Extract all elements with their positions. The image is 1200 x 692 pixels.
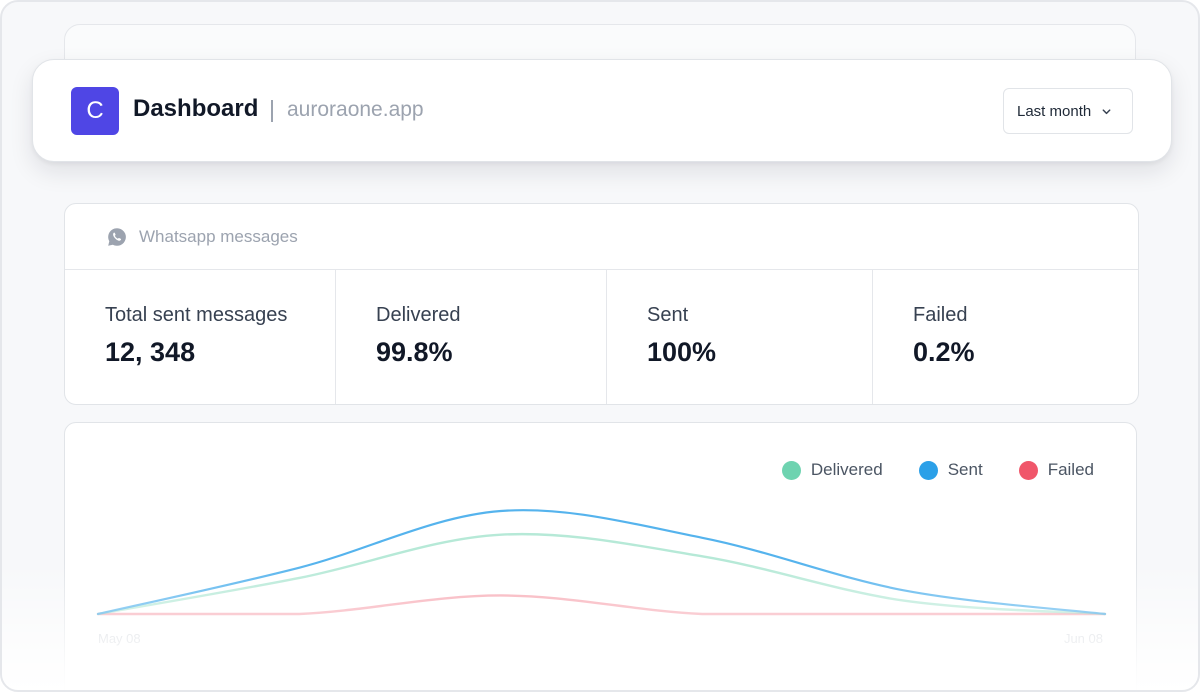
stat-label: Sent — [647, 304, 689, 326]
whatsapp-icon — [108, 227, 126, 246]
stat-value: 100% — [647, 337, 717, 367]
series-line-delivered[interactable] — [96, 532, 1107, 616]
stat-value: 0.2% — [913, 337, 975, 367]
top-bar: C Dashboard auroraone.app Last month — [32, 59, 1172, 162]
stats-header: Whatsapp messages — [65, 204, 1138, 270]
workspace-logo[interactable]: C — [71, 87, 119, 135]
chevron-down-icon — [1102, 108, 1111, 114]
stat-sent: Sent 100% — [607, 270, 873, 404]
stats-row: Total sent messages 12, 348 Delivered 99… — [65, 270, 1138, 404]
workspace-domain: auroraone.app — [287, 98, 424, 121]
x-tick-start: May 08 — [98, 631, 141, 646]
stats-section-title: Whatsapp messages — [139, 226, 298, 246]
x-tick-end: Jun 08 — [1063, 631, 1103, 646]
title-divider — [271, 100, 273, 122]
stat-label: Total sent messages — [105, 304, 288, 326]
stat-label: Delivered — [376, 304, 461, 326]
stats-card: Whatsapp messages Total sent messages 12… — [64, 203, 1139, 405]
app-frame: C Dashboard auroraone.app Last month Wha… — [0, 0, 1200, 692]
date-range-select[interactable]: Last month — [1003, 88, 1133, 134]
chart-card: Delivered Sent Failed May 08 Jun 08 — [64, 422, 1137, 690]
stat-value: 99.8% — [376, 337, 453, 367]
series-line-sent[interactable] — [96, 509, 1107, 616]
line-chart — [96, 509, 1107, 616]
page-title: Dashboard — [133, 95, 259, 122]
stat-total-sent: Total sent messages 12, 348 — [65, 270, 336, 404]
stat-value: 12, 348 — [105, 337, 196, 367]
stat-delivered: Delivered 99.8% — [336, 270, 607, 404]
stat-label: Failed — [913, 304, 968, 326]
stat-failed: Failed 0.2% — [873, 270, 1138, 404]
date-range-value: Last month — [1017, 102, 1092, 120]
